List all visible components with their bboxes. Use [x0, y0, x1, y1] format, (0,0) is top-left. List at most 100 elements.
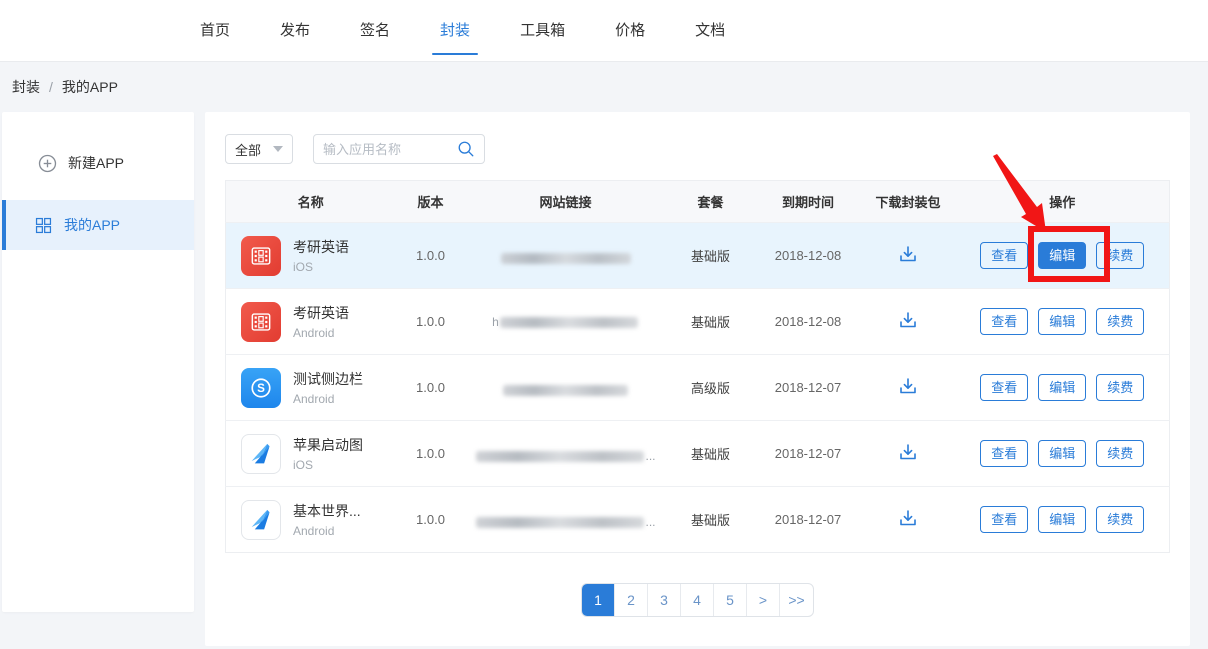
expiry-date: 2018-12-07 [756, 487, 861, 553]
page-4[interactable]: 4 [681, 584, 714, 616]
page-3[interactable]: 3 [648, 584, 681, 616]
edit-button[interactable]: 编辑 [1038, 242, 1086, 269]
nav-tab-label: 首页 [200, 22, 230, 39]
type-filter-value: 全部 [235, 140, 261, 159]
next-page-button[interactable]: > [747, 584, 780, 616]
expiry-date: 2018-12-08 [756, 289, 861, 355]
table-header-row: 名称 版本 网站链接 套餐 到期时间 下载封装包 操作 [226, 181, 1170, 223]
nav-tab-toolbox[interactable]: 工具箱 [518, 21, 567, 41]
col-header-download: 下载封装包 [861, 181, 956, 223]
redaction-blur [503, 385, 628, 396]
app-version: 1.0.0 [396, 487, 466, 553]
plan-badge: 基础版 [666, 289, 756, 355]
nav-tab-label: 工具箱 [520, 22, 565, 39]
col-header-link: 网站链接 [466, 181, 666, 223]
type-filter-dropdown[interactable]: 全部 [225, 134, 293, 164]
col-header-expiry: 到期时间 [756, 181, 861, 223]
breadcrumb-separator: / [49, 79, 53, 95]
col-header-plan: 套餐 [666, 181, 756, 223]
download-icon[interactable] [898, 442, 918, 462]
plan-badge: 高级版 [666, 355, 756, 421]
renew-button[interactable]: 续费 [1096, 440, 1144, 467]
app-name: 考研英语 [293, 303, 349, 323]
plan-badge: 基础版 [666, 421, 756, 487]
breadcrumb-section[interactable]: 封装 [12, 77, 40, 97]
nav-tab-package-active[interactable]: 封装 [438, 21, 472, 41]
svg-text:S: S [257, 382, 265, 395]
nav-tab-label: 签名 [360, 22, 390, 39]
download-icon[interactable] [898, 508, 918, 528]
redaction-blur [476, 451, 644, 462]
view-button[interactable]: 查看 [980, 440, 1028, 467]
expiry-date: 2018-12-07 [756, 421, 861, 487]
download-icon[interactable] [898, 244, 918, 264]
app-platform: iOS [293, 458, 363, 472]
view-button[interactable]: 查看 [980, 374, 1028, 401]
nav-tab-label: 封装 [440, 22, 470, 39]
nav-tab-docs[interactable]: 文档 [693, 21, 727, 41]
expiry-date: 2018-12-08 [756, 223, 861, 289]
col-header-name: 名称 [226, 181, 396, 223]
sidebar-item-new-app[interactable]: 新建APP [2, 138, 194, 188]
table-row: 苹果启动图 iOS 1.0.0 ... 基础版 2018-12-07 查看编辑续… [226, 421, 1170, 487]
search-input[interactable] [323, 142, 457, 157]
filter-bar: 全部 [225, 134, 1170, 164]
website-link-redacted [500, 253, 632, 264]
plus-circle-icon [37, 153, 57, 173]
nav-tab-label: 发布 [280, 22, 310, 39]
page-2[interactable]: 2 [615, 584, 648, 616]
film-app-icon [241, 302, 281, 342]
last-page-button[interactable]: >> [780, 584, 813, 616]
table-row: S 测试侧边栏 Android 1.0.0 高级版 2018-12-07 查看编… [226, 355, 1170, 421]
bird-app-icon [241, 500, 281, 540]
app-name: 测试侧边栏 [293, 369, 363, 389]
app-version: 1.0.0 [396, 421, 466, 487]
app-version: 1.0.0 [396, 223, 466, 289]
nav-tab-publish[interactable]: 发布 [278, 21, 312, 41]
website-link-redacted: h [492, 315, 639, 329]
page-1[interactable]: 1 [582, 584, 615, 616]
renew-button[interactable]: 续费 [1096, 308, 1144, 335]
view-button[interactable]: 查看 [980, 242, 1028, 269]
edit-button[interactable]: 编辑 [1038, 308, 1086, 335]
nav-tab-label: 价格 [615, 22, 645, 39]
website-link-redacted [502, 385, 629, 396]
grid-icon [33, 215, 53, 235]
col-header-actions: 操作 [956, 181, 1170, 223]
top-navigation: 首页 发布 签名 封装 工具箱 价格 文档 [0, 0, 1208, 62]
download-icon[interactable] [898, 310, 918, 330]
sidebar: 新建APP 我的APP [2, 112, 194, 612]
app-platform: Android [293, 524, 361, 538]
film-app-icon [241, 236, 281, 276]
chevron-down-icon [273, 146, 283, 152]
download-icon[interactable] [898, 376, 918, 396]
view-button[interactable]: 查看 [980, 506, 1028, 533]
nav-tab-home[interactable]: 首页 [198, 21, 232, 41]
nav-tab-pricing[interactable]: 价格 [613, 21, 647, 41]
app-name: 苹果启动图 [293, 435, 363, 455]
renew-button[interactable]: 续费 [1096, 506, 1144, 533]
edit-button[interactable]: 编辑 [1038, 374, 1086, 401]
plan-badge: 基础版 [666, 223, 756, 289]
app-version: 1.0.0 [396, 355, 466, 421]
redaction-blur [476, 517, 644, 528]
nav-tab-signature[interactable]: 签名 [358, 21, 392, 41]
apps-table: 名称 版本 网站链接 套餐 到期时间 下载封装包 操作 [225, 180, 1170, 553]
edit-button[interactable]: 编辑 [1038, 440, 1086, 467]
nav-tab-label: 文档 [695, 22, 725, 39]
expiry-date: 2018-12-07 [756, 355, 861, 421]
col-header-version: 版本 [396, 181, 466, 223]
pagination: 1 2 3 4 5 > >> [225, 583, 1170, 617]
view-button[interactable]: 查看 [980, 308, 1028, 335]
app-platform: iOS [293, 260, 349, 274]
search-icon[interactable] [457, 140, 475, 158]
sidebar-item-my-app[interactable]: 我的APP [2, 200, 194, 250]
edit-button[interactable]: 编辑 [1038, 506, 1086, 533]
renew-button[interactable]: 续费 [1096, 374, 1144, 401]
s-logo-app-icon: S [241, 368, 281, 408]
page-5[interactable]: 5 [714, 584, 747, 616]
renew-button[interactable]: 续费 [1096, 242, 1144, 269]
main-panel: 全部 名称 版本 网站链接 套餐 到期时间 [205, 112, 1190, 646]
app-platform: Android [293, 326, 349, 340]
sidebar-item-label: 我的APP [64, 215, 120, 235]
